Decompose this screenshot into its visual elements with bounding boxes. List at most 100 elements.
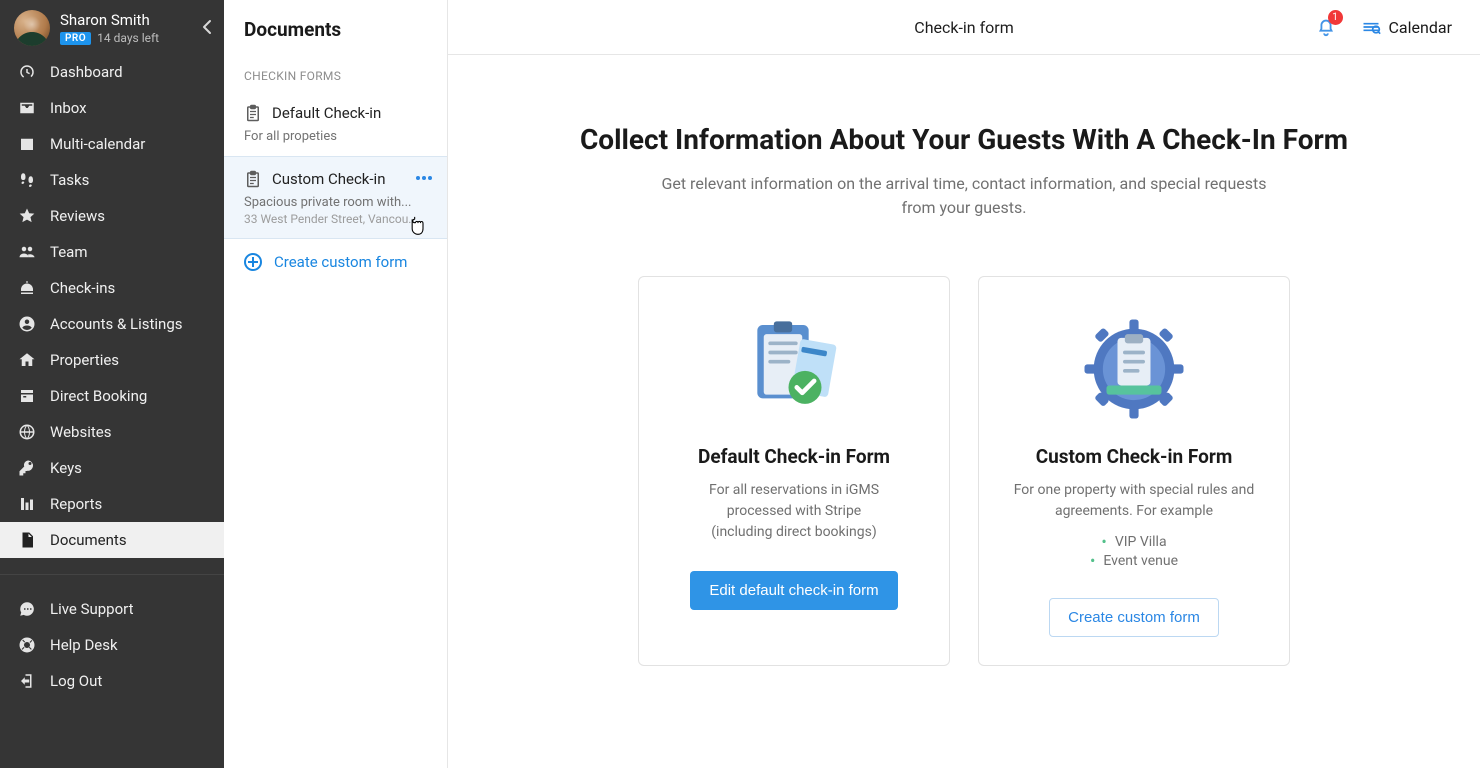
nav-divider [0, 574, 224, 575]
nav-direct-booking[interactable]: Direct Booking [0, 378, 224, 414]
clipboard-check-illustration [661, 309, 927, 429]
card-desc-line: processed with Stripe [727, 503, 861, 519]
main-area: Check-in form 1 Calendar Collect Informa… [448, 0, 1480, 768]
nav-label: Documents [50, 531, 127, 549]
nav-logout[interactable]: Log Out [0, 663, 224, 699]
nav-label: Log Out [50, 672, 102, 690]
card-desc-line: (including direct bookings) [711, 524, 876, 540]
chart-icon [16, 495, 38, 513]
profile-block[interactable]: Sharon Smith PRO 14 days left [0, 0, 224, 54]
gear-clipboard-illustration [1001, 309, 1267, 429]
primary-nav: Dashboard Inbox Multi-calendar Tasks Rev… [0, 54, 224, 558]
nav-label: Inbox [50, 99, 87, 117]
nav-label: Reports [50, 495, 102, 513]
gauge-icon [16, 63, 38, 81]
content: Collect Information About Your Guests Wi… [448, 55, 1480, 768]
booking-icon [16, 387, 38, 405]
inbox-icon [16, 99, 38, 117]
nav-label: Properties [50, 351, 119, 369]
pro-badge: PRO [60, 32, 91, 45]
primary-sidebar: Sharon Smith PRO 14 days left Dashboard … [0, 0, 224, 768]
nav-reviews[interactable]: Reviews [0, 198, 224, 234]
more-options-icon[interactable] [415, 171, 433, 180]
form-item-default[interactable]: Default Check-in For all propeties [224, 91, 447, 156]
create-custom-form-link[interactable]: Create custom form [224, 239, 447, 285]
nav-live-support[interactable]: Live Support [0, 591, 224, 627]
user-circle-icon [16, 315, 38, 333]
nav-dashboard[interactable]: Dashboard [0, 54, 224, 90]
card-bullet: VIP Villa [1001, 532, 1267, 551]
calendar-search-icon [1361, 17, 1381, 37]
page-title: Check-in form [914, 18, 1013, 37]
card-desc-line: For all reservations in iGMS [709, 482, 879, 498]
trial-days: 14 days left [97, 31, 159, 45]
calendar-label: Calendar [1389, 18, 1452, 37]
card-default-checkin: Default Check-in Form For all reservatio… [638, 276, 950, 666]
card-desc-line: For one property with special rules and [1014, 482, 1255, 498]
nav-multi-calendar[interactable]: Multi-calendar [0, 126, 224, 162]
home-icon [16, 351, 38, 369]
secondary-nav: Live Support Help Desk Log Out [0, 591, 224, 699]
topbar: Check-in form 1 Calendar [448, 0, 1480, 55]
nav-inbox[interactable]: Inbox [0, 90, 224, 126]
nav-label: Multi-calendar [50, 135, 145, 153]
key-icon [16, 459, 38, 477]
collapse-sidebar-icon[interactable] [202, 19, 212, 35]
nav-label: Keys [50, 459, 82, 477]
avatar [14, 10, 50, 46]
notification-badge: 1 [1328, 10, 1343, 25]
card-bullet: Event venue [1001, 551, 1267, 570]
nav-checkins[interactable]: Check-ins [0, 270, 224, 306]
calendar-grid-icon [16, 135, 38, 153]
nav-keys[interactable]: Keys [0, 450, 224, 486]
card-title: Custom Check-in Form [1001, 445, 1267, 468]
documents-panel: Documents CHECKIN FORMS Default Check-in… [224, 0, 448, 768]
main-subtitle: Get relevant information on the arrival … [644, 172, 1284, 220]
create-custom-form-button[interactable]: Create custom form [1049, 598, 1219, 637]
nav-reports[interactable]: Reports [0, 486, 224, 522]
star-icon [16, 207, 38, 225]
card-title: Default Check-in Form [661, 445, 927, 468]
nav-help-desk[interactable]: Help Desk [0, 627, 224, 663]
form-item-address: 33 West Pender Street, Vancou... [244, 212, 427, 226]
globe-icon [16, 423, 38, 441]
form-item-subtitle: For all propeties [244, 129, 427, 144]
card-custom-checkin: Custom Check-in Form For one property wi… [978, 276, 1290, 666]
nav-label: Dashboard [50, 63, 123, 81]
create-label: Create custom form [274, 253, 407, 271]
nav-properties[interactable]: Properties [0, 342, 224, 378]
document-icon [16, 531, 38, 549]
lifebuoy-icon [16, 636, 38, 654]
bell-dome-icon [16, 279, 38, 297]
nav-websites[interactable]: Websites [0, 414, 224, 450]
nav-accounts-listings[interactable]: Accounts & Listings [0, 306, 224, 342]
nav-label: Websites [50, 423, 111, 441]
nav-label: Live Support [50, 600, 134, 618]
nav-label: Tasks [50, 171, 89, 189]
chat-icon [16, 600, 38, 618]
clipboard-icon [244, 169, 262, 189]
card-desc-line: agreements. For example [1055, 503, 1213, 519]
calendar-link[interactable]: Calendar [1361, 17, 1452, 37]
cards-row: Default Check-in Form For all reservatio… [488, 276, 1440, 666]
clipboard-icon [244, 103, 262, 123]
nav-label: Reviews [50, 207, 105, 225]
form-item-title: Default Check-in [272, 104, 381, 122]
main-heading: Collect Information About Your Guests Wi… [488, 123, 1440, 156]
nav-label: Direct Booking [50, 387, 147, 405]
nav-label: Help Desk [50, 636, 118, 654]
form-item-custom[interactable]: Custom Check-in Spacious private room wi… [224, 156, 447, 239]
nav-label: Check-ins [50, 279, 115, 297]
nav-team[interactable]: Team [0, 234, 224, 270]
edit-default-form-button[interactable]: Edit default check-in form [690, 571, 897, 610]
form-item-title: Custom Check-in [272, 170, 385, 188]
nav-tasks[interactable]: Tasks [0, 162, 224, 198]
notifications-button[interactable]: 1 [1315, 16, 1337, 38]
nav-label: Team [50, 243, 88, 261]
users-icon [16, 243, 38, 261]
logout-icon [16, 672, 38, 690]
panel-title: Documents [224, 0, 447, 53]
nav-documents[interactable]: Documents [0, 522, 224, 558]
nav-label: Accounts & Listings [50, 315, 183, 333]
profile-name: Sharon Smith [60, 11, 159, 29]
